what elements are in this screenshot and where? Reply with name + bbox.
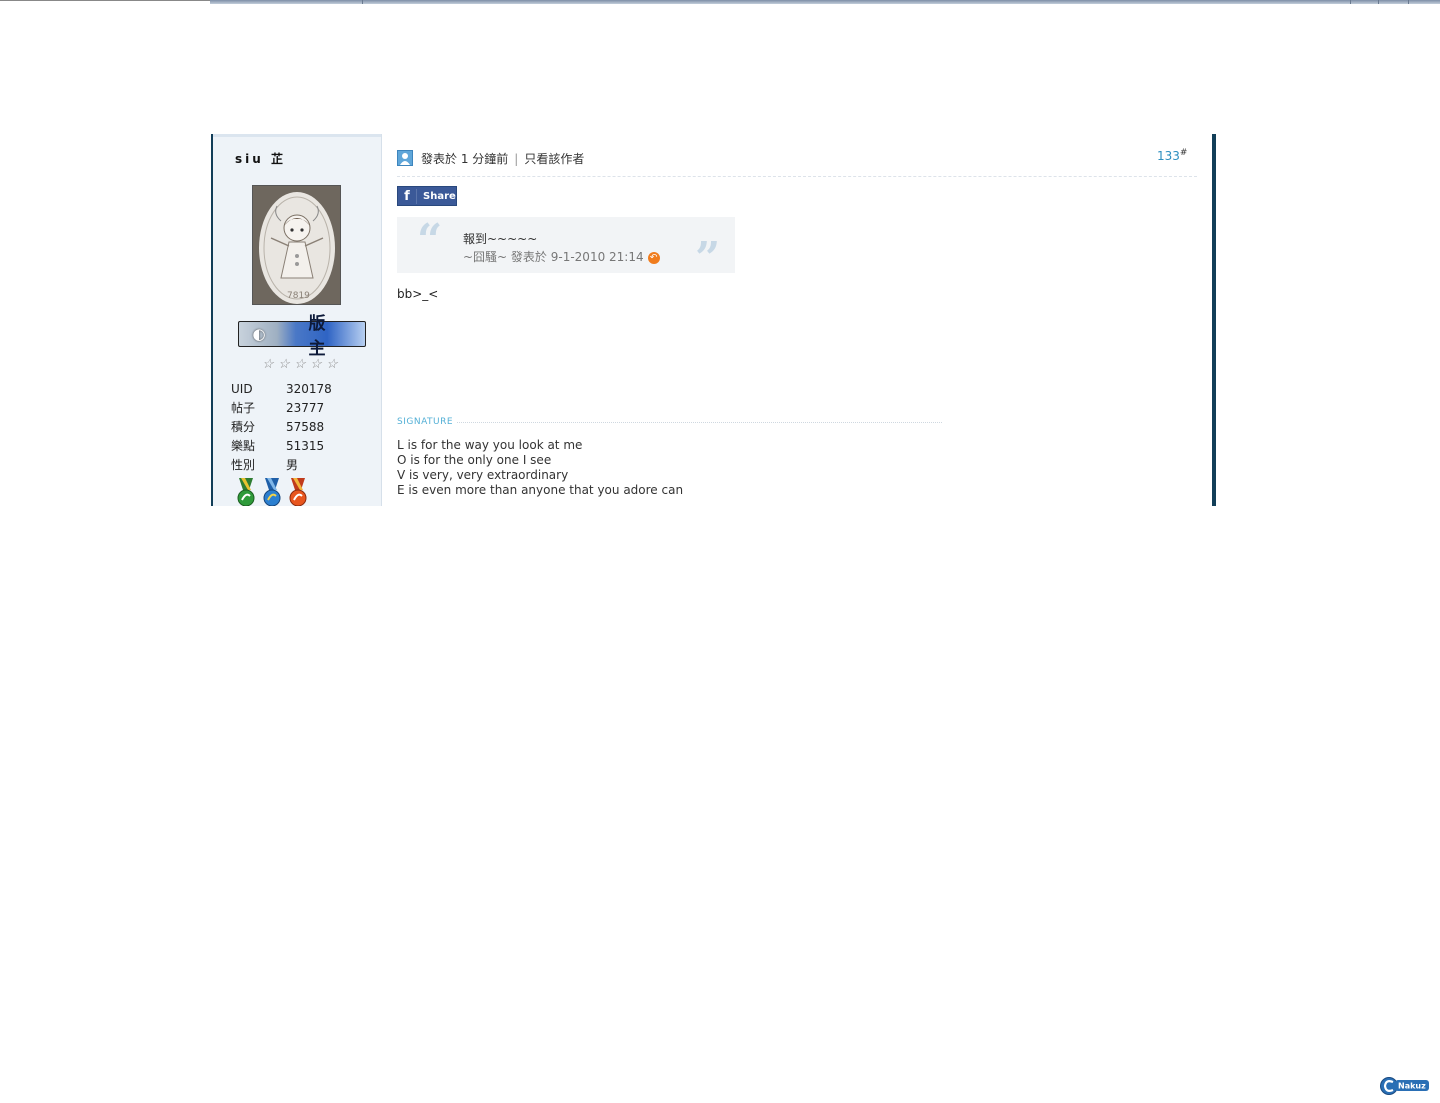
medal-blue-icon[interactable] xyxy=(261,478,283,506)
post-right-border xyxy=(1212,134,1216,506)
quote-attribution-text: ~囧騷~ 發表於 9-1-2010 21:14 xyxy=(463,250,644,264)
quote-close-icon: ” xyxy=(695,233,721,284)
stat-label: 性別 xyxy=(231,458,256,472)
post-header: 發表於 1 分鐘前 | 只看該作者 133# xyxy=(397,148,1197,177)
star-icon: ☆ xyxy=(324,357,341,372)
stat-value: 男 xyxy=(286,458,299,472)
top-strip-mark xyxy=(362,0,363,4)
avatar-image: 7819 xyxy=(253,186,340,304)
only-author-link[interactable]: 只看該作者 xyxy=(524,152,584,166)
facebook-share-button[interactable]: f Share xyxy=(397,186,457,206)
signature-text: L is for the way you look at me O is for… xyxy=(397,438,683,498)
post-timestamp: 發表於 1 分鐘前 xyxy=(421,152,509,166)
arrow-goto-icon[interactable]: ↶ xyxy=(647,251,660,264)
signature-label: SIGNATURE xyxy=(397,417,454,427)
signature-line: E is even more than anyone that you ador… xyxy=(397,483,684,497)
signature-line: L is for the way you look at me xyxy=(397,438,583,452)
stat-row-posts: 帖子 23777 xyxy=(231,399,332,418)
post-message: bb>_< xyxy=(397,287,439,301)
meta-separator: | xyxy=(514,152,519,166)
top-strip-left xyxy=(0,0,210,1)
rank-emblem-icon: ◐ xyxy=(252,325,266,343)
svg-text:7819: 7819 xyxy=(287,291,310,301)
logo-icon: Nakuz xyxy=(1380,1077,1429,1095)
top-strip-mark xyxy=(1378,0,1379,4)
quote-open-icon: “ xyxy=(417,215,443,266)
stat-row-uid: UID 320178 xyxy=(231,380,332,399)
floor-number[interactable]: 133# xyxy=(1157,148,1187,163)
stat-row-points: 積分 57588 xyxy=(231,418,332,437)
top-strip-mark xyxy=(1350,0,1351,4)
stat-value[interactable]: 320178 xyxy=(286,380,332,399)
stat-label: 積分 xyxy=(231,420,256,434)
post-content: 發表於 1 分鐘前 | 只看該作者 133# f Share “ 報到~~~~~ ~… xyxy=(397,134,1207,506)
facebook-icon: f xyxy=(398,188,417,204)
stat-label: 樂點 xyxy=(231,439,256,453)
site-logo: Nakuz xyxy=(1380,1076,1432,1096)
svg-text:Nakuz: Nakuz xyxy=(1398,1082,1426,1091)
top-strip-mark xyxy=(1408,0,1409,4)
medal-green-icon[interactable] xyxy=(235,478,257,506)
signature-line: O is for the only one I see xyxy=(397,453,552,467)
author-sidebar: siu 芷 7819 ◐ 版 主 ☆ ☆ ☆ ☆ ☆ UID 320178 帖子… xyxy=(211,134,382,506)
sidebar-top-line xyxy=(213,134,381,137)
stat-label: 帖子 xyxy=(231,401,256,415)
stat-label: UID xyxy=(231,382,253,396)
rank-badge: ◐ 版 主 xyxy=(238,314,366,359)
post-meta: 發表於 1 分鐘前 | 只看該作者 xyxy=(421,150,584,167)
author-avatar[interactable]: 7819 xyxy=(252,185,341,305)
quote-text: 報到~~~~~ xyxy=(463,232,538,246)
quote-block: “ 報到~~~~~ ~囧騷~ 發表於 9-1-2010 21:14 ↶ ” xyxy=(397,215,735,281)
stat-row-gender: 性別 男 xyxy=(231,456,332,475)
rank-stars: ☆ ☆ ☆ ☆ ☆ xyxy=(261,357,342,372)
stat-row-credits: 樂點 51315 xyxy=(231,437,332,456)
signature-divider xyxy=(457,421,942,423)
rank-title: 版 主 xyxy=(308,314,348,359)
medal-orange-icon[interactable] xyxy=(287,478,309,506)
top-strip-bar xyxy=(210,0,1440,4)
stat-value[interactable]: 23777 xyxy=(286,399,324,418)
author-stats: UID 320178 帖子 23777 積分 57588 樂點 51315 性別… xyxy=(231,380,332,475)
floor-suffix: # xyxy=(1179,148,1188,158)
signature-line: V is very, very extraordinary xyxy=(397,468,569,482)
floor-number-value[interactable]: 133 xyxy=(1157,149,1180,163)
share-label: Share xyxy=(423,190,456,202)
browser-top-strip xyxy=(0,0,1440,4)
author-username[interactable]: siu 芷 xyxy=(235,150,286,167)
forum-post: siu 芷 7819 ◐ 版 主 ☆ ☆ ☆ ☆ ☆ UID 320178 帖子… xyxy=(211,134,1216,506)
author-medals xyxy=(235,478,309,506)
stat-value: 51315 xyxy=(286,439,325,453)
quote-attribution: ~囧騷~ 發表於 9-1-2010 21:14 ↶ xyxy=(463,248,660,265)
user-icon xyxy=(397,150,413,166)
stat-value: 57588 xyxy=(286,420,325,434)
signature-header: SIGNATURE xyxy=(397,415,942,429)
